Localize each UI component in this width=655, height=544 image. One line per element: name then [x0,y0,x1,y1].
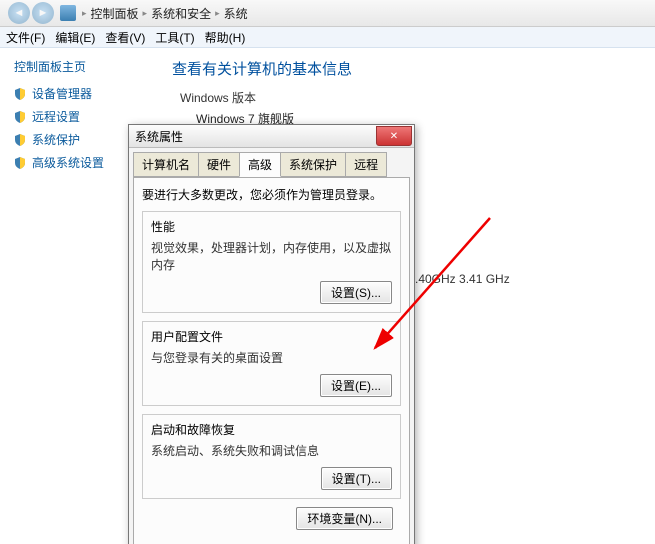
menu-edit[interactable]: 编辑(E) [55,29,95,46]
cpu-frequency-text: .40GHz 3.41 GHz [415,272,510,286]
system-properties-dialog: 系统属性 ✕ 计算机名 硬件 高级 系统保护 远程 要进行大多数更改，您必须作为… [128,124,415,544]
group-startup-recovery-title: 启动和故障恢复 [151,421,392,438]
back-button[interactable]: ◄ [8,2,30,24]
control-panel-home-link[interactable]: 控制面板主页 [14,58,154,75]
group-startup-recovery-desc: 系统启动、系统失败和调试信息 [151,442,392,459]
menubar: 文件(F) 编辑(E) 查看(V) 工具(T) 帮助(H) [0,27,655,48]
close-button[interactable]: ✕ [376,126,412,146]
admin-note: 要进行大多数更改，您必须作为管理员登录。 [142,186,401,203]
shield-icon [14,88,26,100]
dialog-tabs: 计算机名 硬件 高级 系统保护 远程 [129,148,414,177]
sidebar-item-device-manager[interactable]: 设备管理器 [14,85,154,102]
menu-view[interactable]: 查看(V) [105,29,145,46]
sidebar-item-label: 高级系统设置 [32,154,104,171]
group-performance-desc: 视觉效果，处理器计划，内存使用，以及虚拟内存 [151,239,392,273]
environment-variables-button[interactable]: 环境变量(N)... [296,507,393,530]
control-panel-icon [60,5,76,21]
startup-recovery-settings-button[interactable]: 设置(T)... [321,467,392,490]
sidebar-item-label: 系统保护 [32,131,80,148]
breadcrumb-item[interactable]: 控制面板 [91,5,139,22]
user-profiles-settings-button[interactable]: 设置(E)... [320,374,392,397]
performance-settings-button[interactable]: 设置(S)... [320,281,392,304]
breadcrumb-item[interactable]: 系统和安全 [151,5,211,22]
sidebar-item-label: 设备管理器 [32,85,92,102]
forward-button[interactable]: ► [32,2,54,24]
tab-advanced[interactable]: 高级 [239,152,281,177]
shield-icon [14,157,26,169]
group-user-profiles: 用户配置文件 与您登录有关的桌面设置 设置(E)... [142,321,401,406]
breadcrumb-item[interactable]: 系统 [224,5,248,22]
dialog-title: 系统属性 [135,128,183,145]
tab-computer-name[interactable]: 计算机名 [133,152,199,177]
windows-edition-label: Windows 版本 [180,89,637,106]
breadcrumb[interactable]: ▸ 控制面板 ▸ 系统和安全 ▸ 系统 [82,5,248,22]
dialog-titlebar[interactable]: 系统属性 ✕ [129,125,414,148]
tab-system-protection[interactable]: 系统保护 [280,152,346,177]
group-performance: 性能 视觉效果，处理器计划，内存使用，以及虚拟内存 设置(S)... [142,211,401,313]
menu-file[interactable]: 文件(F) [6,29,45,46]
menu-tools[interactable]: 工具(T) [155,29,194,46]
shield-icon [14,134,26,146]
tab-hardware[interactable]: 硬件 [198,152,240,177]
titlebar: ◄ ► ▸ 控制面板 ▸ 系统和安全 ▸ 系统 [0,0,655,27]
tab-remote[interactable]: 远程 [345,152,387,177]
sidebar-item-remote-settings[interactable]: 远程设置 [14,108,154,125]
group-performance-title: 性能 [151,218,392,235]
menu-help[interactable]: 帮助(H) [205,29,246,46]
shield-icon [14,111,26,123]
group-user-profiles-desc: 与您登录有关的桌面设置 [151,349,392,366]
sidebar-item-label: 远程设置 [32,108,80,125]
group-user-profiles-title: 用户配置文件 [151,328,392,345]
tab-body-advanced: 要进行大多数更改，您必须作为管理员登录。 性能 视觉效果，处理器计划，内存使用，… [133,177,410,544]
group-startup-recovery: 启动和故障恢复 系统启动、系统失败和调试信息 设置(T)... [142,414,401,499]
page-title: 查看有关计算机的基本信息 [172,58,637,79]
